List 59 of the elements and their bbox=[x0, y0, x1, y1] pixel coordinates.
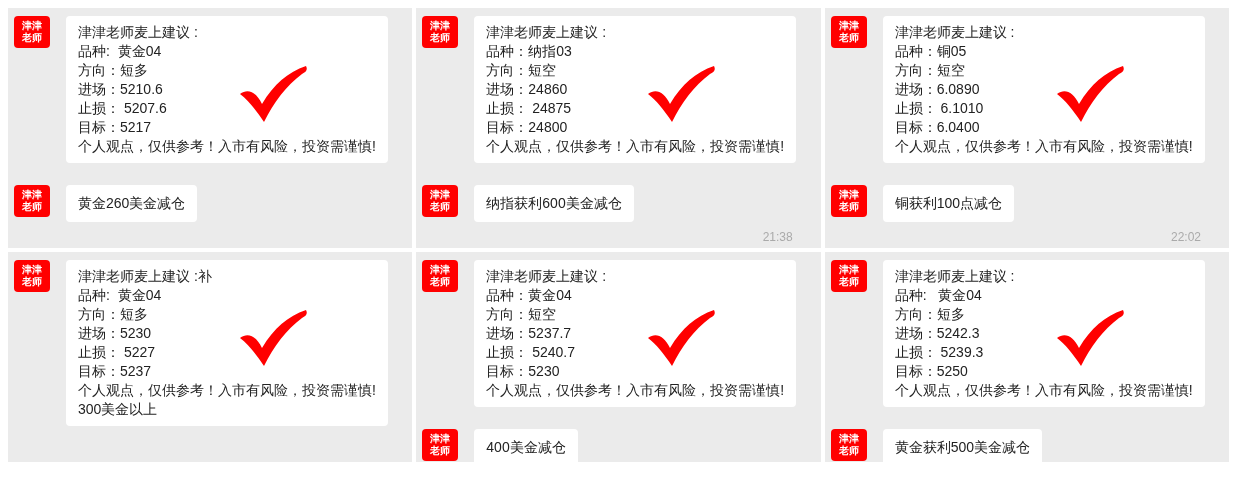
message-line: 品种: 黄金04 bbox=[78, 42, 163, 61]
avatar: 津津 老师 bbox=[830, 185, 867, 217]
message-line: 方向：短空 bbox=[486, 305, 558, 324]
timestamp: 22:02 bbox=[1170, 229, 1201, 246]
message-line: 品种: 黄金04 bbox=[894, 286, 983, 305]
message-bubble: 纳指获利600美金减仓 bbox=[474, 185, 634, 222]
message-line: 目标：6.0400 bbox=[894, 118, 981, 137]
avatar: 津津 老师 bbox=[14, 260, 50, 292]
message-bubble: 黄金260美金减仓 bbox=[66, 185, 198, 222]
avatar: 津津 老师 bbox=[830, 429, 867, 461]
message-bubble: 铜获利100点减仓 bbox=[882, 185, 1014, 222]
avatar: 津津 老师 bbox=[14, 185, 50, 217]
message-line: 止损： 24875 bbox=[486, 99, 573, 118]
message-line: 津津老师麦上建议 : bbox=[894, 267, 1016, 286]
message-line: 方向：短空 bbox=[894, 61, 966, 80]
message-line: 目标：24800 bbox=[486, 118, 569, 137]
message-line: 300美金以上 bbox=[78, 400, 159, 419]
message-line: 止损： 6.1010 bbox=[894, 99, 985, 118]
message-line: 止损： 5239.3 bbox=[894, 343, 985, 362]
message-line: 津津老师麦上建议 :补 bbox=[78, 267, 213, 286]
message-line: 津津老师麦上建议 : bbox=[894, 23, 1016, 42]
message-line: 个人观点，仅供参考！入市有风险，投资需谨慎! bbox=[486, 381, 785, 400]
message-line: 津津老师麦上建议 : bbox=[486, 267, 608, 286]
message-line: 品种: 黄金04 bbox=[78, 286, 163, 305]
avatar: 津津 老师 bbox=[422, 429, 459, 461]
message-line: 个人观点，仅供参考！入市有风险，投资需谨慎! bbox=[894, 381, 1193, 400]
avatar: 津津 老师 bbox=[14, 16, 50, 48]
message-line: 方向：短多 bbox=[894, 305, 966, 324]
message-line: 个人观点，仅供参考！入市有风险，投资需谨慎! bbox=[894, 137, 1193, 156]
message-line: 个人观点，仅供参考！入市有风险，投资需谨慎! bbox=[486, 137, 785, 156]
timestamp: 21:38 bbox=[762, 229, 793, 246]
message-line: 目标：5237 bbox=[78, 362, 153, 381]
avatar: 津津 老师 bbox=[422, 260, 459, 292]
message-line: 止损： 5227 bbox=[78, 343, 157, 362]
message-line: 津津老师麦上建议 : bbox=[78, 23, 199, 42]
message-line: 方向：短多 bbox=[78, 305, 149, 324]
avatar: 津津 老师 bbox=[422, 185, 459, 217]
message-line: 津津老师麦上建议 : bbox=[486, 23, 608, 42]
message-line: 目标：5230 bbox=[486, 362, 561, 381]
avatar: 津津 老师 bbox=[422, 16, 459, 48]
message-line: 进场：6.0890 bbox=[894, 80, 981, 99]
message-line: 品种：纳指03 bbox=[486, 42, 573, 61]
message-line: 进场：5237.7 bbox=[486, 324, 573, 343]
message-line: 止损： 5207.6 bbox=[78, 99, 168, 118]
avatar: 津津 老师 bbox=[830, 260, 867, 292]
message-line: 止损： 5240.7 bbox=[486, 343, 577, 362]
message-line: 进场：24860 bbox=[486, 80, 569, 99]
message-line: 进场：5230 bbox=[78, 324, 153, 343]
message-line: 品种：黄金04 bbox=[486, 286, 573, 305]
message-line: 进场：5210.6 bbox=[78, 80, 164, 99]
message-line: 品种：铜05 bbox=[894, 42, 968, 61]
message-line: 方向：短空 bbox=[486, 61, 558, 80]
message-line: 目标：5250 bbox=[894, 362, 969, 381]
message-line: 目标：5217 bbox=[78, 118, 153, 137]
message-line: 进场：5242.3 bbox=[894, 324, 981, 343]
message-line: 个人观点，仅供参考！入市有风险，投资需谨慎! bbox=[78, 137, 376, 156]
message-line: 方向：短多 bbox=[78, 61, 149, 80]
message-line: 个人观点，仅供参考！入市有风险，投资需谨慎! bbox=[78, 381, 376, 400]
avatar: 津津 老师 bbox=[830, 16, 867, 48]
